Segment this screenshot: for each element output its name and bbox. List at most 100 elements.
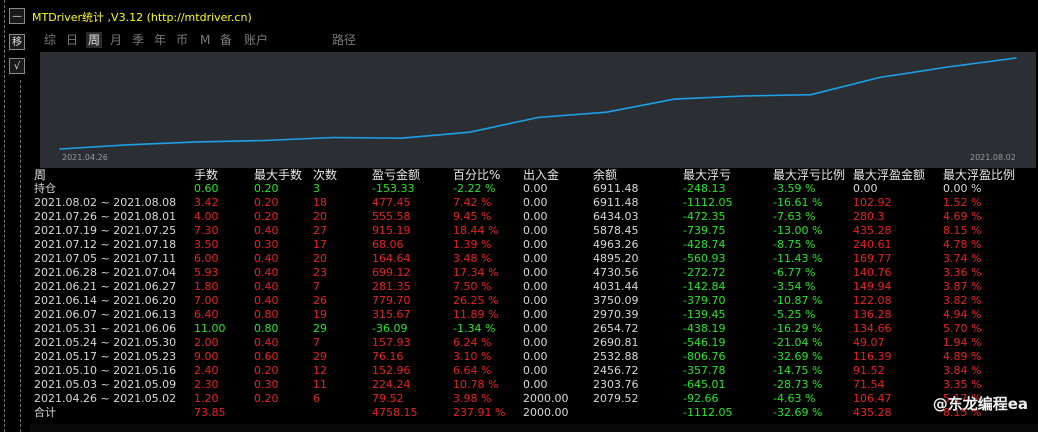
table-cell: 7.50 % <box>453 280 492 293</box>
table-cell: 4758.15 <box>372 406 418 419</box>
table-cell: 71.54 <box>853 378 885 391</box>
table-cell: 3.10 % <box>453 350 492 363</box>
table-cell: 11.89 % <box>453 308 499 321</box>
table-cell: 12 <box>313 364 327 377</box>
table-cell: 2.00 <box>194 336 219 349</box>
table-cell: 2021.08.02 ~ 2021.08.08 <box>34 196 177 209</box>
tab-month[interactable]: 月 <box>110 32 122 48</box>
holding-row: 持仓 0.60 0.20 3 -153.33 -2.22 % 0.00 6911.48 -248… <box>30 182 1038 196</box>
table-cell: 20 <box>313 252 327 265</box>
chart-point <box>878 76 881 79</box>
table-cell: 49.07 <box>853 336 885 349</box>
table-cell: -1112.05 <box>683 406 733 419</box>
check-button[interactable]: √ <box>9 58 25 74</box>
table-cell: -11.43 % <box>773 252 823 265</box>
table-cell: 0.80 <box>254 322 279 335</box>
table-cell: 6 <box>313 392 320 405</box>
chart-point <box>1015 57 1017 59</box>
col-pnl: 盈亏金额 <box>372 168 421 182</box>
col-max-float-profit: 最大浮盈金额 <box>853 168 926 182</box>
move-button[interactable]: 移 <box>9 34 25 50</box>
table-cell: 2021.05.17 ~ 2021.05.23 <box>34 350 177 363</box>
tab-note[interactable]: 备 <box>220 32 232 48</box>
table-cell: -28.73 % <box>773 378 823 391</box>
table-cell: 3.84 % <box>943 364 982 377</box>
table-cell: 8.15 % <box>943 224 982 237</box>
table-cell: 0.00 <box>523 238 548 251</box>
table-cell: 23 <box>313 266 327 279</box>
table-cell: -5.25 % <box>773 308 816 321</box>
table-cell: 6911.48 <box>593 182 639 195</box>
table-cell: -32.69 % <box>773 406 823 419</box>
table-cell: -428.74 <box>683 238 726 251</box>
table-row: 2021.04.26 ~ 2021.05.02 1.20 0.20 6 79.52 3.9… <box>30 392 1038 406</box>
chart-point <box>673 98 676 100</box>
table-cell: -10.87 % <box>773 294 823 307</box>
table-cell: 0.00 <box>523 350 548 363</box>
table-cell: 0.40 <box>254 266 279 279</box>
table-row: 2021.05.03 ~ 2021.05.09 2.30 0.30 11 224.24 1… <box>30 378 1038 392</box>
table-cell: 20 <box>313 210 327 223</box>
table-cell: 29 <box>313 350 327 363</box>
table-cell: 2021.05.10 ~ 2021.05.16 <box>34 364 177 377</box>
table-cell: 7.00 <box>194 294 219 307</box>
table-row: 2021.07.26 ~ 2021.08.01 4.00 0.20 20 555.58 9… <box>30 210 1038 224</box>
table-cell: 17.34 % <box>453 266 499 279</box>
table-cell: 315.67 <box>372 308 411 321</box>
tab-overview[interactable]: 综 <box>44 32 56 48</box>
table-cell: 149.94 <box>853 280 892 293</box>
table-cell: 3.42 <box>194 196 219 209</box>
chart-point <box>59 148 61 150</box>
table-cell: 4730.56 <box>593 266 639 279</box>
chart-point <box>537 116 539 119</box>
table-cell: -379.70 <box>683 294 726 307</box>
grid-line <box>4 0 6 432</box>
table-cell: 699.12 <box>372 266 411 279</box>
minimize-button[interactable]: — <box>9 8 25 24</box>
table-cell: 1.94 % <box>943 336 982 349</box>
table-cell: 6434.03 <box>593 210 639 223</box>
table-cell: 76.16 <box>372 350 404 363</box>
table-cell: 5878.45 <box>593 224 639 237</box>
table-row: 2021.05.10 ~ 2021.05.16 2.40 0.20 12 152.96 6… <box>30 364 1038 378</box>
tab-quarter[interactable]: 季 <box>132 32 144 48</box>
table-cell: 2021.05.03 ~ 2021.05.09 <box>34 378 177 391</box>
tab-m[interactable]: M <box>200 32 210 48</box>
tab-currency[interactable]: 币 <box>176 32 188 48</box>
table-cell: 2690.81 <box>593 336 639 349</box>
tab-path[interactable]: 路径 <box>332 32 356 48</box>
stats-table: 周 手数 最大手数 次数 盈亏金额 百分比% 出入金 余额 最大浮亏 最大浮亏比… <box>30 168 1038 432</box>
table-cell: 0.00 <box>523 294 548 307</box>
bottom-scrollbar[interactable] <box>30 424 1038 432</box>
table-cell: 0.00 <box>523 378 548 391</box>
table-cell: 7.42 % <box>453 196 492 209</box>
table-row: 2021.07.12 ~ 2021.07.18 3.50 0.30 17 68.06 1.… <box>30 238 1038 252</box>
table-cell: 0.20 <box>254 392 279 405</box>
tab-week[interactable]: 周 <box>86 32 103 48</box>
table-cell: 2970.39 <box>593 308 639 321</box>
tab-day[interactable]: 日 <box>66 32 78 48</box>
table-cell: -645.01 <box>683 378 726 391</box>
table-cell: 152.96 <box>372 364 411 377</box>
table-cell: 4.89 % <box>943 350 982 363</box>
table-cell: 2.40 <box>194 364 219 377</box>
table-cell: 19 <box>313 308 327 321</box>
col-deposit: 出入金 <box>523 168 560 182</box>
table-cell: 0.40 <box>254 280 279 293</box>
table-cell: 4895.20 <box>593 252 639 265</box>
table-cell: 0.00 <box>523 224 548 237</box>
chart-point <box>605 111 608 113</box>
tab-account[interactable]: 账户 <box>244 32 268 48</box>
table-cell: 5.93 <box>194 266 219 279</box>
table-cell: 26 <box>313 294 327 307</box>
tab-year[interactable]: 年 <box>154 32 166 48</box>
table-cell: 2532.88 <box>593 350 639 363</box>
table-cell: 6.64 % <box>453 364 492 377</box>
chart-point <box>400 137 403 139</box>
table-cell: -16.29 % <box>773 322 823 335</box>
table-row: 2021.06.28 ~ 2021.07.04 5.93 0.40 23 699.12 1… <box>30 266 1038 280</box>
table-cell: 0.20 <box>254 364 279 377</box>
table-cell: 2021.07.26 ~ 2021.08.01 <box>34 210 177 223</box>
table-cell: 79.52 <box>372 392 404 405</box>
table-cell: -139.45 <box>683 308 726 321</box>
